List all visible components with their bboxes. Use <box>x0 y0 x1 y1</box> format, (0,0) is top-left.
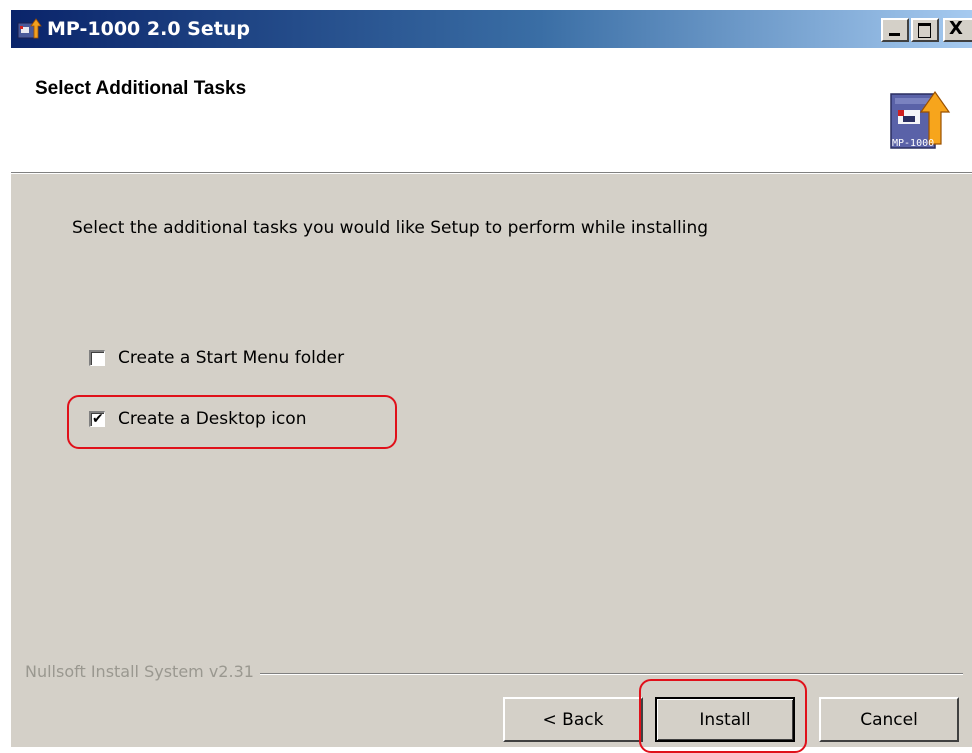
branding-separator: Nullsoft Install System v2.31 <box>11 662 972 684</box>
product-logo: MP-1000 <box>890 90 951 149</box>
minimize-button[interactable] <box>881 18 909 42</box>
logo-text: MP-1000 <box>892 138 934 149</box>
desktop-icon-label[interactable]: Create a Desktop icon <box>118 409 306 429</box>
checkmark-icon: ✔ <box>92 411 104 427</box>
install-button[interactable]: Install <box>655 697 795 742</box>
title-bar[interactable]: MP-1000 2.0 Setup X <box>11 10 972 48</box>
back-button[interactable]: < Back <box>503 697 643 742</box>
task-start-menu-folder[interactable]: Create a Start Menu folder <box>89 347 344 369</box>
task-desktop-icon[interactable]: ✔ Create a Desktop icon <box>89 408 306 430</box>
instruction-text: Select the additional tasks you would li… <box>72 218 709 238</box>
page-header: Select Additional Tasks MP-1000 <box>11 48 972 174</box>
maximize-button[interactable] <box>911 18 939 42</box>
app-icon <box>17 18 42 39</box>
close-icon: X <box>949 18 963 39</box>
window-title: MP-1000 2.0 Setup <box>47 18 250 40</box>
desktop-icon-checkbox[interactable]: ✔ <box>89 411 105 427</box>
cancel-button[interactable]: Cancel <box>819 697 959 742</box>
page-title: Select Additional Tasks <box>35 78 247 99</box>
close-button[interactable]: X <box>943 18 972 42</box>
maximize-icon <box>918 23 931 38</box>
start-menu-folder-checkbox[interactable] <box>89 350 105 366</box>
start-menu-folder-label[interactable]: Create a Start Menu folder <box>118 348 344 368</box>
setup-window: MP-1000 2.0 Setup X Select Additional Ta… <box>10 10 972 753</box>
branding-text: Nullsoft Install System v2.31 <box>25 662 260 681</box>
minimize-icon <box>889 33 900 36</box>
